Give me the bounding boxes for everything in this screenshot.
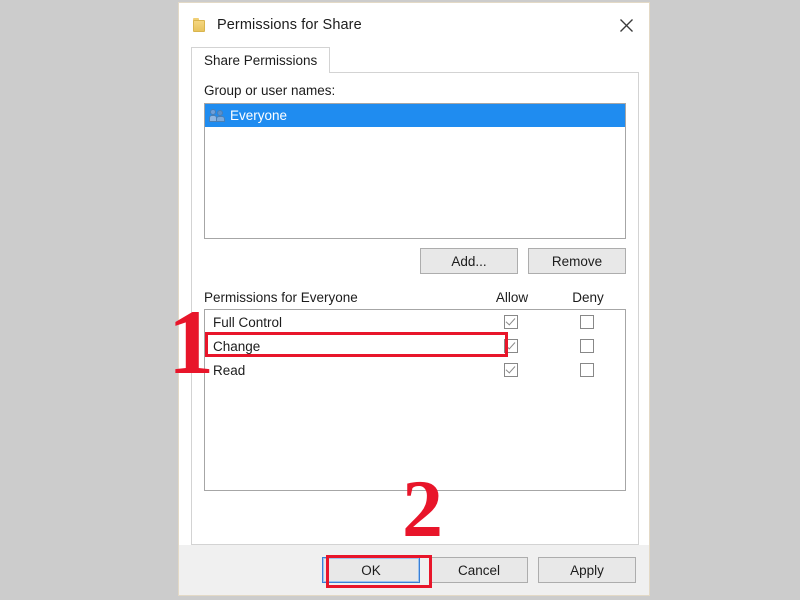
list-item-label: Everyone (230, 108, 288, 123)
folder-icon (193, 18, 206, 32)
dialog-titlebar: Permissions for Share (179, 3, 649, 47)
column-header-deny: Deny (572, 290, 604, 305)
permissions-for-label: Permissions for Everyone (204, 290, 358, 305)
permission-name: Read (213, 362, 246, 378)
ok-button[interactable]: OK (322, 557, 420, 583)
permissions-header: Permissions for Everyone Allow Deny (204, 290, 626, 305)
close-icon[interactable] (603, 3, 649, 47)
allow-cell (473, 339, 549, 353)
allow-cell (473, 363, 549, 377)
group-or-user-names-list[interactable]: Everyone (204, 103, 626, 239)
add-button-label: Add... (451, 253, 487, 269)
share-permissions-panel: Group or user names: Everyone Add... Rem… (191, 72, 639, 545)
table-row[interactable]: Change (205, 334, 625, 358)
ok-button-label: OK (361, 562, 381, 578)
permission-name: Full Control (213, 314, 283, 330)
users-group-icon (209, 108, 226, 123)
cancel-button-label: Cancel (457, 562, 501, 578)
table-row[interactable]: Read (205, 358, 625, 382)
remove-button-label: Remove (551, 253, 603, 269)
remove-button[interactable]: Remove (528, 248, 626, 274)
allow-checkbox-read[interactable] (504, 363, 518, 377)
column-header-allow: Allow (495, 290, 529, 305)
table-row[interactable]: Full Control (205, 310, 625, 334)
deny-cell (549, 315, 625, 329)
group-or-user-names-label: Group or user names: (204, 83, 336, 98)
add-button[interactable]: Add... (420, 248, 518, 274)
deny-cell (549, 339, 625, 353)
permission-name: Change (213, 338, 261, 354)
deny-checkbox-read[interactable] (580, 363, 594, 377)
allow-cell (473, 315, 549, 329)
deny-checkbox-full-control[interactable] (580, 315, 594, 329)
cancel-button[interactable]: Cancel (430, 557, 528, 583)
dialog-title: Permissions for Share (217, 17, 362, 33)
tab-label: Share Permissions (204, 53, 318, 68)
deny-cell (549, 363, 625, 377)
tab-strip: Share Permissions (179, 47, 649, 73)
allow-checkbox-full-control[interactable] (504, 315, 518, 329)
apply-button[interactable]: Apply (538, 557, 636, 583)
group-action-buttons: Add... Remove (204, 248, 626, 274)
deny-checkbox-change[interactable] (580, 339, 594, 353)
list-item[interactable]: Everyone (205, 104, 625, 127)
apply-button-label: Apply (570, 562, 604, 578)
allow-checkbox-change[interactable] (504, 339, 518, 353)
dialog-footer: OK Cancel Apply (179, 545, 649, 595)
tab-share-permissions[interactable]: Share Permissions (191, 47, 331, 73)
permissions-dialog: Permissions for Share Share Permissions … (178, 2, 650, 596)
permissions-list: Full Control Change Read (204, 309, 626, 491)
